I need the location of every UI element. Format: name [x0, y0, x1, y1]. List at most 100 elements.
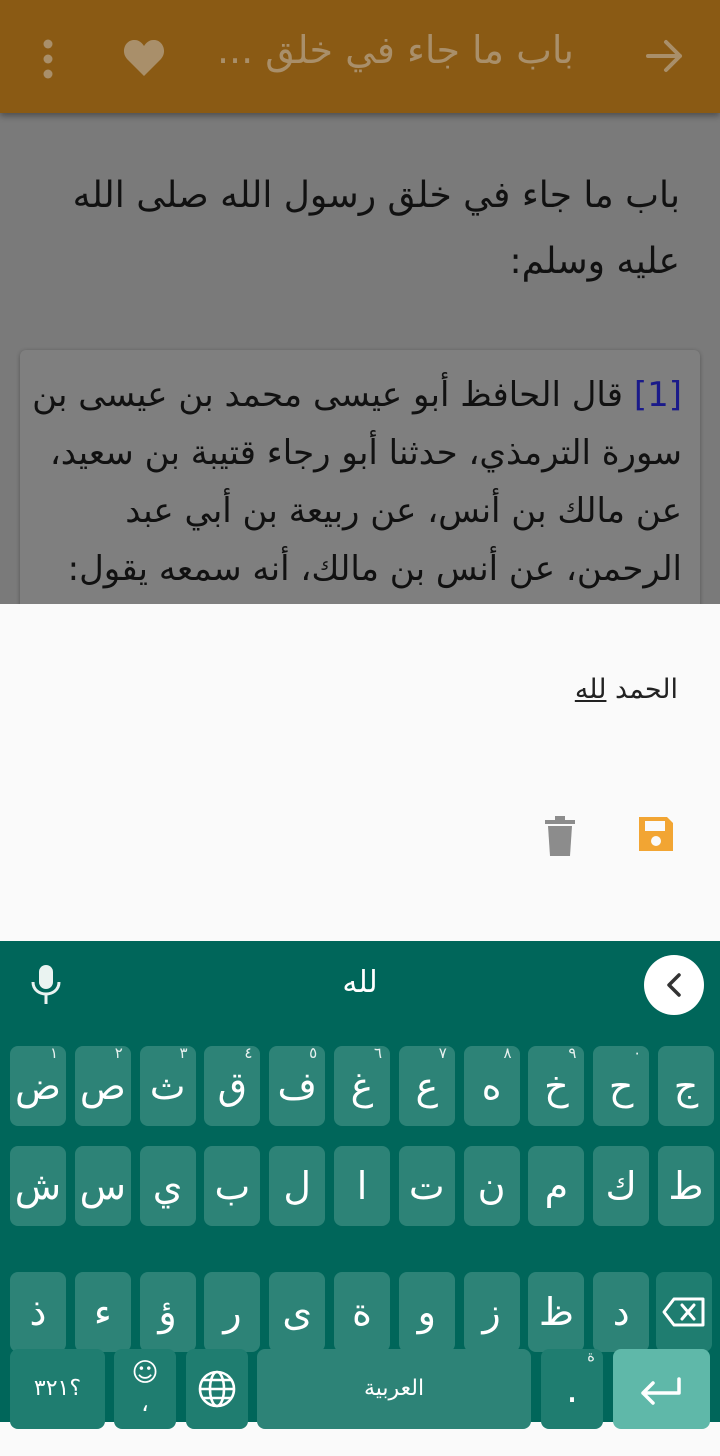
key-label: ت: [408, 1164, 445, 1208]
language-key[interactable]: [186, 1349, 248, 1429]
arabic-keyboard: لله ض١ص٢ث٣ق٤ف٥غ٦ع٧ه٨خ٩ح٠جشسيبلاتنمكطذءؤر…: [0, 941, 720, 1429]
key-label: ش: [14, 1164, 62, 1208]
key-hint: ٢: [114, 1044, 123, 1062]
key[interactable]: ذ: [10, 1272, 66, 1352]
key[interactable]: ش: [10, 1146, 66, 1226]
key-hint: ٠: [633, 1044, 642, 1062]
key-label: ي: [152, 1164, 183, 1208]
suggestion-bar: لله: [0, 941, 720, 1033]
key-label: و: [417, 1290, 436, 1334]
comma-label: ،: [141, 1389, 149, 1417]
key[interactable]: ت: [398, 1146, 455, 1226]
key-label: ا: [356, 1164, 368, 1208]
hadith-text-block: [1] قال الحافظ أبو عيسى محمد بن عيسى بن …: [32, 366, 682, 598]
chevron-left-icon: [667, 973, 681, 997]
page-title: باب ما جاء في خلق ...: [216, 28, 574, 72]
key-label: ظ: [538, 1290, 574, 1334]
overflow-menu-icon[interactable]: [40, 38, 56, 82]
key-label: ف: [277, 1064, 317, 1108]
key-label: ة: [352, 1290, 372, 1334]
key-label: ء: [93, 1290, 112, 1334]
backspace-key[interactable]: [656, 1272, 712, 1352]
key[interactable]: ى: [269, 1272, 326, 1352]
period-label: .: [565, 1367, 579, 1411]
key-label: ى: [282, 1290, 313, 1334]
key[interactable]: ض١: [10, 1044, 66, 1126]
key[interactable]: ي: [139, 1146, 196, 1226]
key[interactable]: ط: [658, 1146, 714, 1226]
key-hint: ٣: [179, 1044, 188, 1062]
key-label: ح: [608, 1064, 634, 1108]
key[interactable]: ا: [334, 1146, 390, 1226]
emoji-key[interactable]: ☺ ،: [114, 1349, 176, 1429]
favorite-heart-icon[interactable]: [122, 36, 166, 80]
key-label: غ: [350, 1064, 374, 1108]
key-label: ن: [477, 1164, 506, 1208]
key-label: ه: [481, 1064, 502, 1108]
key-label: ض: [15, 1064, 61, 1108]
suggestion-word[interactable]: لله: [300, 965, 420, 1000]
key-label: ط: [668, 1164, 704, 1208]
key[interactable]: ك: [593, 1146, 650, 1226]
key[interactable]: ج: [658, 1046, 714, 1126]
key[interactable]: م: [528, 1146, 585, 1226]
key[interactable]: ع٧: [398, 1044, 455, 1126]
key[interactable]: ب: [204, 1146, 261, 1226]
key[interactable]: س: [74, 1146, 131, 1226]
content-area: باب ما جاء في خلق رسول الله صلى الله علي…: [0, 113, 720, 604]
hadith-text: قال الحافظ أبو عيسى محمد بن عيسى بن سورة…: [32, 375, 682, 589]
key-hint: ٧: [438, 1044, 447, 1062]
microphone-icon[interactable]: [28, 963, 64, 1005]
key[interactable]: د: [593, 1272, 650, 1352]
key[interactable]: ح٠: [593, 1044, 650, 1126]
key-label: ل: [283, 1164, 311, 1208]
period-hint: ة: [587, 1347, 595, 1365]
period-key[interactable]: . ة: [541, 1347, 603, 1429]
app-bar: باب ما جاء في خلق ...: [0, 0, 720, 113]
key[interactable]: و: [398, 1272, 455, 1352]
key[interactable]: ة: [334, 1272, 390, 1352]
key-label: ر: [223, 1290, 242, 1334]
delete-trash-icon[interactable]: [543, 816, 577, 856]
key[interactable]: ظ: [528, 1272, 585, 1352]
space-bar[interactable]: العربية: [257, 1349, 531, 1429]
key[interactable]: ف٥: [269, 1044, 326, 1126]
key[interactable]: ه٨: [463, 1044, 520, 1126]
key-label: ذ: [29, 1290, 47, 1334]
key[interactable]: ص٢: [74, 1044, 131, 1126]
key[interactable]: ن: [463, 1146, 520, 1226]
key-label: ج: [673, 1064, 699, 1108]
key-hint: ٥: [309, 1044, 318, 1062]
key[interactable]: ل: [269, 1146, 326, 1226]
back-arrow-icon[interactable]: [644, 36, 684, 76]
note-input[interactable]: الحمد لله: [575, 674, 678, 705]
key-label: ك: [605, 1164, 637, 1208]
hadith-number: [1]: [633, 375, 682, 415]
key[interactable]: ر: [204, 1272, 261, 1352]
key-label: خ: [544, 1064, 569, 1108]
key-label: ز: [482, 1290, 501, 1334]
hadith-card: [1] قال الحافظ أبو عيسى محمد بن عيسى بن …: [20, 350, 700, 604]
note-sheet: الحمد لله: [0, 604, 720, 941]
key[interactable]: غ٦: [334, 1044, 390, 1126]
collapse-suggestions-button[interactable]: [644, 955, 704, 1015]
key[interactable]: ق٤: [204, 1044, 261, 1126]
key-label: م: [544, 1164, 569, 1208]
key-label: ص: [79, 1064, 126, 1108]
key[interactable]: خ٩: [528, 1044, 585, 1126]
key[interactable]: ث٣: [139, 1044, 196, 1126]
key[interactable]: ز: [463, 1272, 520, 1352]
key-label: ؤ: [158, 1290, 177, 1334]
key-hint: ٨: [503, 1044, 512, 1062]
key-label: س: [79, 1164, 126, 1208]
numbers-key[interactable]: ؟٣٢١: [10, 1349, 105, 1429]
note-word-composing: لله: [574, 674, 607, 705]
key-label: ق: [217, 1064, 248, 1108]
backspace-icon: [662, 1297, 705, 1327]
key-label: ث: [149, 1064, 186, 1108]
save-floppy-icon[interactable]: [636, 814, 676, 854]
enter-arrow-icon: [641, 1377, 681, 1405]
enter-key[interactable]: [613, 1349, 710, 1429]
globe-icon: [198, 1370, 236, 1408]
chapter-title: باب ما جاء في خلق رسول الله صلى الله علي…: [72, 175, 680, 282]
